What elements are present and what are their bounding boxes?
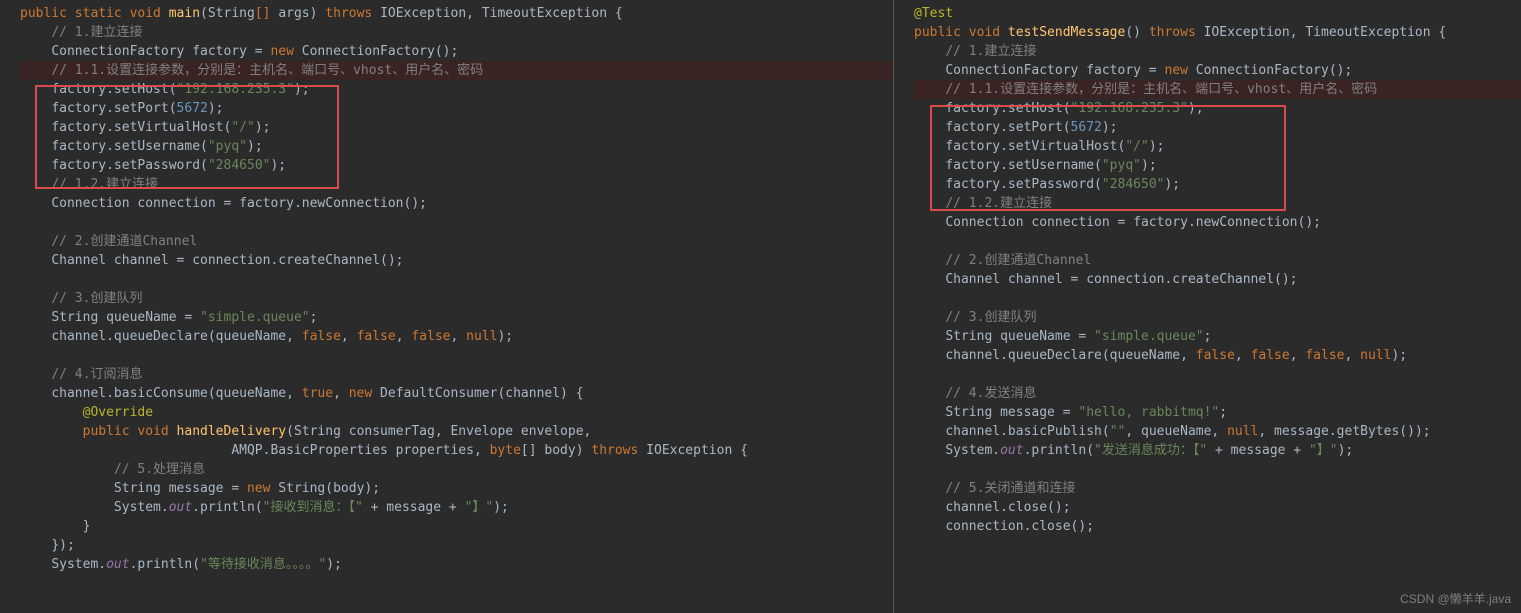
watermark: CSDN @懒羊羊.java (1400, 590, 1511, 609)
code-left: public static void main(String[] args) t… (20, 4, 893, 574)
code-right: @Test public void testSendMessage() thro… (914, 4, 1521, 536)
right-code-pane: @Test public void testSendMessage() thro… (894, 0, 1521, 613)
left-code-pane: public static void main(String[] args) t… (0, 0, 894, 613)
editor-split: public static void main(String[] args) t… (0, 0, 1521, 613)
